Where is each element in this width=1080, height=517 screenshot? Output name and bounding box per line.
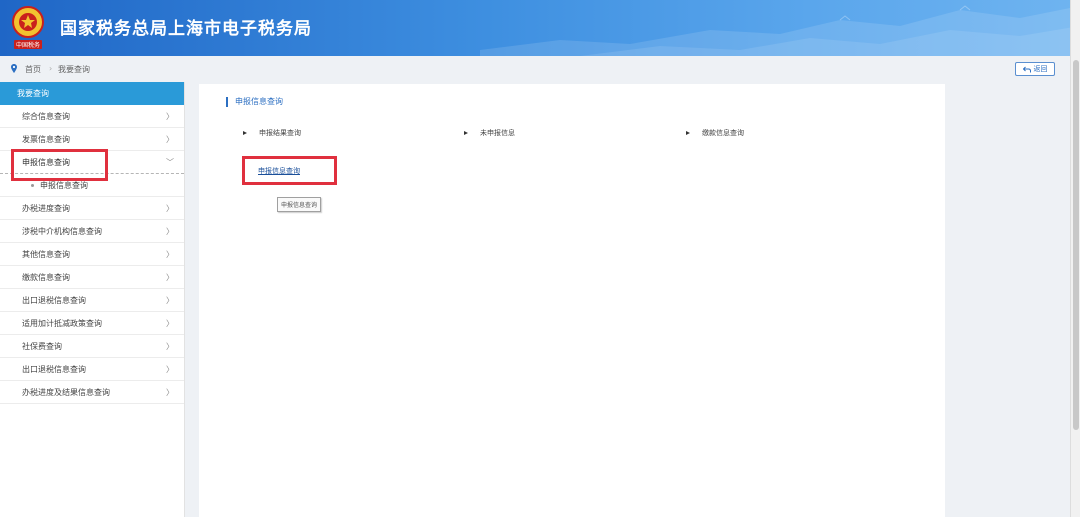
chevron-right-icon: 〉 bbox=[166, 388, 174, 397]
sidebar-item-export-refund-2[interactable]: 出口退税信息查询 〉 bbox=[0, 358, 184, 381]
vertical-scrollbar[interactable] bbox=[1070, 0, 1080, 517]
chevron-right-icon: 〉 bbox=[166, 319, 174, 328]
sidebar-item-progress[interactable]: 办税进度查询 〉 bbox=[0, 197, 184, 220]
main-panel: 申报信息查询 申报结果查询 未申报信息 缴款信息查询 申报信息查询 申报信息查询 bbox=[199, 84, 945, 517]
scrollbar-thumb[interactable] bbox=[1073, 60, 1079, 430]
sidebar-item-label: 社保费查询 bbox=[22, 342, 62, 351]
chevron-right-icon: 〉 bbox=[166, 273, 174, 282]
sidebar-item-deduction-policy[interactable]: 适用加计抵减政策查询 〉 bbox=[0, 312, 184, 335]
chevron-down-icon: ﹀ bbox=[166, 158, 174, 167]
sidebar-item-label: 出口退税信息查询 bbox=[22, 296, 86, 305]
sidebar-item-export-refund[interactable]: 出口退税信息查询 〉 bbox=[0, 289, 184, 312]
sidebar-item-label: 其他信息查询 bbox=[22, 250, 70, 259]
chevron-right-icon: 〉 bbox=[166, 112, 174, 121]
option-label: 申报结果查询 bbox=[259, 129, 301, 137]
sidebar: 我要查询 综合信息查询 〉 发票信息查询 〉 申报信息查询 ﹀ 申报信息查询 办… bbox=[0, 82, 185, 517]
chevron-right-icon: 〉 bbox=[166, 342, 174, 351]
section-title: 申报信息查询 bbox=[226, 97, 283, 107]
option-declaration-result[interactable]: 申报结果查询 bbox=[243, 128, 301, 138]
site-title: 国家税务总局上海市电子税务局 bbox=[60, 19, 312, 39]
sidebar-item-label: 适用加计抵减政策查询 bbox=[22, 319, 102, 328]
chevron-right-icon: 〉 bbox=[166, 296, 174, 305]
breadcrumb-home-link[interactable]: 首页 bbox=[25, 64, 41, 75]
sidebar-item-invoice-info[interactable]: 发票信息查询 〉 bbox=[0, 128, 184, 151]
highlight-box-sidebar bbox=[11, 149, 108, 181]
sidebar-item-progress-result[interactable]: 办税进度及结果信息查询 〉 bbox=[0, 381, 184, 404]
sidebar-item-label: 综合信息查询 bbox=[22, 112, 70, 121]
return-arrow-icon bbox=[1022, 66, 1031, 72]
sidebar-subitem-label: 申报信息查询 bbox=[40, 181, 88, 190]
option-label: 缴款信息查询 bbox=[702, 129, 744, 137]
sidebar-item-label: 出口退税信息查询 bbox=[22, 365, 86, 374]
chevron-right-icon: 〉 bbox=[166, 365, 174, 374]
back-button[interactable]: 返回 bbox=[1015, 62, 1055, 76]
breadcrumb-current: 我要查询 bbox=[58, 65, 90, 74]
chevron-right-icon: 〉 bbox=[166, 227, 174, 236]
sidebar-item-social-security[interactable]: 社保费查询 〉 bbox=[0, 335, 184, 358]
option-label: 未申报信息 bbox=[480, 129, 515, 137]
highlight-box-link bbox=[242, 156, 337, 185]
back-button-label: 返回 bbox=[1033, 65, 1048, 73]
bullet-dot-icon bbox=[31, 184, 34, 187]
option-payment-info[interactable]: 缴款信息查询 bbox=[686, 128, 744, 138]
sidebar-item-other-info[interactable]: 其他信息查询 〉 bbox=[0, 243, 184, 266]
sidebar-title: 我要查询 bbox=[0, 82, 184, 105]
sidebar-item-comprehensive-info[interactable]: 综合信息查询 〉 bbox=[0, 105, 184, 128]
sidebar-item-label: 缴款信息查询 bbox=[22, 273, 70, 282]
sidebar-item-label: 涉税中介机构信息查询 bbox=[22, 227, 102, 236]
sidebar-item-payment-info[interactable]: 缴款信息查询 〉 bbox=[0, 266, 184, 289]
sidebar-item-agency-info[interactable]: 涉税中介机构信息查询 〉 bbox=[0, 220, 184, 243]
header-banner: 中国税务 国家税务总局上海市电子税务局 bbox=[0, 0, 1080, 56]
chevron-right-icon: 〉 bbox=[166, 135, 174, 144]
sidebar-item-label: 办税进度及结果信息查询 bbox=[22, 388, 110, 397]
play-arrow-icon bbox=[243, 131, 247, 135]
chevron-right-icon: 〉 bbox=[166, 204, 174, 213]
sidebar-item-label: 发票信息查询 bbox=[22, 135, 70, 144]
breadcrumb: 首页 › 我要查询 bbox=[0, 58, 1070, 80]
tax-emblem-icon: 中国税务 bbox=[12, 6, 44, 49]
svg-text:中国税务: 中国税务 bbox=[16, 41, 40, 49]
breadcrumb-separator: › bbox=[49, 64, 53, 73]
sidebar-item-label: 办税进度查询 bbox=[22, 204, 70, 213]
tooltip: 申报信息查询 bbox=[277, 197, 322, 212]
location-pin-icon bbox=[11, 64, 17, 73]
option-undeclared-info[interactable]: 未申报信息 bbox=[464, 128, 515, 138]
play-arrow-icon bbox=[464, 131, 468, 135]
play-arrow-icon bbox=[686, 131, 690, 135]
chevron-right-icon: 〉 bbox=[166, 250, 174, 259]
great-wall-background bbox=[480, 5, 1080, 56]
